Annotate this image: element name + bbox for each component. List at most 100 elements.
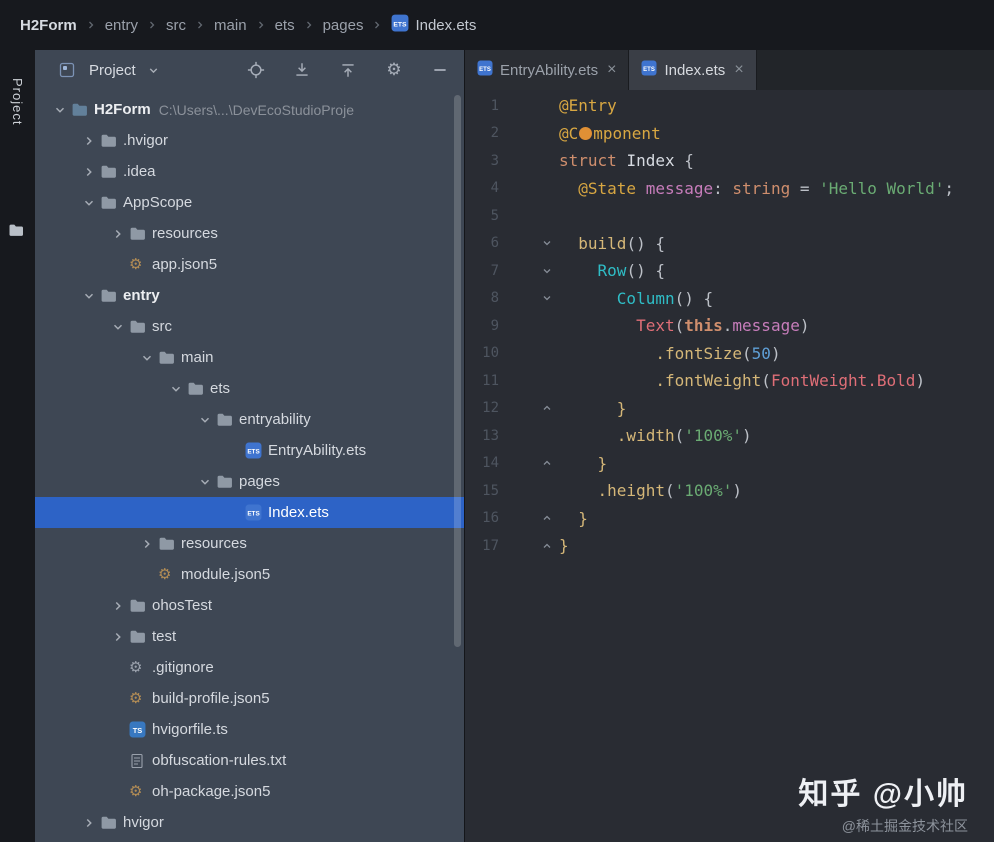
code-line-text[interactable]: } bbox=[559, 536, 569, 555]
code-line[interactable]: 15 .height('100%') bbox=[465, 477, 994, 505]
tree-item-pages[interactable]: pages bbox=[35, 466, 464, 497]
tree-item-test[interactable]: test bbox=[35, 621, 464, 652]
code-line-text[interactable]: } bbox=[559, 454, 607, 473]
folder-icon[interactable] bbox=[8, 222, 24, 243]
tree-item-obfuscation-rules-txt[interactable]: obfuscation-rules.txt bbox=[35, 745, 464, 776]
code-line[interactable]: 1@Entry bbox=[465, 92, 994, 120]
code-line[interactable]: 6 build() { bbox=[465, 230, 994, 258]
tree-item-hvigor[interactable]: .hvigor bbox=[35, 125, 464, 156]
tree-item-entryability-ets[interactable]: ETSEntryAbility.ets bbox=[35, 435, 464, 466]
fold-expanded-icon[interactable] bbox=[539, 265, 555, 277]
breadcrumb-item-pages[interactable]: pages bbox=[323, 17, 364, 34]
chevron-down-icon[interactable] bbox=[194, 475, 216, 489]
chevron-down-icon[interactable] bbox=[144, 60, 164, 80]
tree-item-app-json5[interactable]: ⚙app.json5 bbox=[35, 249, 464, 280]
code-line-text[interactable]: } bbox=[559, 509, 588, 528]
code-line[interactable]: 16 } bbox=[465, 505, 994, 533]
code-line[interactable]: 11 .fontWeight(FontWeight.Bold) bbox=[465, 367, 994, 395]
code-line[interactable]: 14 } bbox=[465, 450, 994, 478]
code-line[interactable]: 13 .width('100%') bbox=[465, 422, 994, 450]
tree-item-resources[interactable]: resources bbox=[35, 218, 464, 249]
chevron-down-icon[interactable] bbox=[165, 382, 187, 396]
code-line-text[interactable]: .fontWeight(FontWeight.Bold) bbox=[559, 371, 925, 390]
editor-tab-entryability-ets[interactable]: ETSEntryAbility.ets× bbox=[465, 50, 629, 90]
project-view-selector[interactable]: Project bbox=[89, 62, 136, 79]
chevron-down-icon[interactable] bbox=[107, 320, 129, 334]
code-line-text[interactable]: .fontSize(50) bbox=[559, 344, 781, 363]
tree-item-build-profile-json5[interactable]: ⚙build-profile.json5 bbox=[35, 683, 464, 714]
code-line-text[interactable]: @Entry bbox=[559, 96, 617, 115]
fold-expanded-icon[interactable] bbox=[539, 292, 555, 304]
breadcrumb-item-h2form[interactable]: H2Form bbox=[20, 17, 77, 34]
tree-item-gitignore[interactable]: ⚙.gitignore bbox=[35, 652, 464, 683]
tree-item-module-json5[interactable]: ⚙module.json5 bbox=[35, 559, 464, 590]
settings-icon[interactable]: ⚙ bbox=[384, 60, 404, 80]
breadcrumb-item-main[interactable]: main bbox=[214, 17, 247, 34]
code-line-text[interactable]: Text(this.message) bbox=[559, 316, 809, 335]
tree-item-h2form[interactable]: H2FormC:\Users\...\DevEcoStudioProje bbox=[35, 94, 464, 125]
tree-item-index-ets[interactable]: ETSIndex.ets bbox=[35, 497, 464, 528]
code-line[interactable]: 8 Column() { bbox=[465, 285, 994, 313]
code-line-text[interactable]: .width('100%') bbox=[559, 426, 752, 445]
tree-item-src[interactable]: src bbox=[35, 311, 464, 342]
code-line[interactable]: 9 Text(this.message) bbox=[465, 312, 994, 340]
tree-item-hvigorfile-ts[interactable]: TShvigorfile.ts bbox=[35, 714, 464, 745]
code-line[interactable]: 10 .fontSize(50) bbox=[465, 340, 994, 368]
chevron-down-icon[interactable] bbox=[194, 413, 216, 427]
chevron-right-icon[interactable] bbox=[107, 227, 129, 241]
collapse-all-icon[interactable] bbox=[292, 60, 312, 80]
breadcrumb-item-index-ets[interactable]: ETSIndex.ets bbox=[391, 14, 476, 36]
code-line[interactable]: 12 } bbox=[465, 395, 994, 423]
close-icon[interactable]: × bbox=[607, 61, 616, 79]
chevron-right-icon[interactable] bbox=[136, 537, 158, 551]
chevron-down-icon[interactable] bbox=[78, 196, 100, 210]
fold-end-icon[interactable] bbox=[539, 512, 555, 524]
code-line-text[interactable]: @Cmponent bbox=[559, 124, 661, 143]
project-scrollbar[interactable] bbox=[454, 95, 461, 647]
tree-item-entryability[interactable]: entryability bbox=[35, 404, 464, 435]
code-editor[interactable]: 1@Entry2@Cmponent3struct Index {4 @State… bbox=[465, 90, 994, 842]
chevron-down-icon[interactable] bbox=[49, 103, 71, 117]
tree-item-resources[interactable]: resources bbox=[35, 528, 464, 559]
editor-tab-index-ets[interactable]: ETSIndex.ets× bbox=[629, 50, 756, 90]
tree-item-idea[interactable]: .idea bbox=[35, 156, 464, 187]
fold-expanded-icon[interactable] bbox=[539, 237, 555, 249]
tree-item-appscope[interactable]: AppScope bbox=[35, 187, 464, 218]
tree-item-oh-package-json5[interactable]: ⚙oh-package.json5 bbox=[35, 776, 464, 807]
breadcrumb-item-src[interactable]: src bbox=[166, 17, 186, 34]
code-line-text[interactable]: struct Index { bbox=[559, 151, 694, 170]
tree-item-entry[interactable]: entry bbox=[35, 280, 464, 311]
tree-item-ets[interactable]: ets bbox=[35, 373, 464, 404]
chevron-down-icon[interactable] bbox=[136, 351, 158, 365]
code-line[interactable]: 17} bbox=[465, 532, 994, 560]
code-line-text[interactable]: } bbox=[559, 399, 626, 418]
chevron-right-icon[interactable] bbox=[107, 599, 129, 613]
code-line-text[interactable]: Column() { bbox=[559, 289, 713, 308]
chevron-right-icon[interactable] bbox=[78, 134, 100, 148]
tree-item-hvigor[interactable]: hvigor bbox=[35, 807, 464, 838]
chevron-right-icon[interactable] bbox=[78, 816, 100, 830]
fold-end-icon[interactable] bbox=[539, 402, 555, 414]
code-line[interactable]: 3struct Index { bbox=[465, 147, 994, 175]
close-icon[interactable]: × bbox=[734, 61, 743, 79]
fold-end-icon[interactable] bbox=[539, 540, 555, 552]
code-line-text[interactable]: .height('100%') bbox=[559, 481, 742, 500]
expand-all-icon[interactable] bbox=[338, 60, 358, 80]
chevron-down-icon[interactable] bbox=[78, 289, 100, 303]
code-line-text[interactable]: build() { bbox=[559, 234, 665, 253]
chevron-right-icon[interactable] bbox=[78, 165, 100, 179]
locate-icon[interactable] bbox=[246, 60, 266, 80]
tree-item-main[interactable]: main bbox=[35, 342, 464, 373]
breadcrumb-item-entry[interactable]: entry bbox=[105, 17, 138, 34]
code-line-text[interactable]: @State message: string = 'Hello World'; bbox=[559, 179, 954, 198]
tree-item-ohostest[interactable]: ohosTest bbox=[35, 590, 464, 621]
code-line-text[interactable]: Row() { bbox=[559, 261, 665, 280]
fold-end-icon[interactable] bbox=[539, 457, 555, 469]
breadcrumb-item-ets[interactable]: ets bbox=[275, 17, 295, 34]
chevron-right-icon[interactable] bbox=[107, 630, 129, 644]
code-line[interactable]: 2@Cmponent bbox=[465, 120, 994, 148]
hide-icon[interactable] bbox=[430, 60, 450, 80]
project-stripe-button[interactable]: Project bbox=[10, 78, 25, 125]
code-line[interactable]: 5 bbox=[465, 202, 994, 230]
code-line[interactable]: 4 @State message: string = 'Hello World'… bbox=[465, 175, 994, 203]
